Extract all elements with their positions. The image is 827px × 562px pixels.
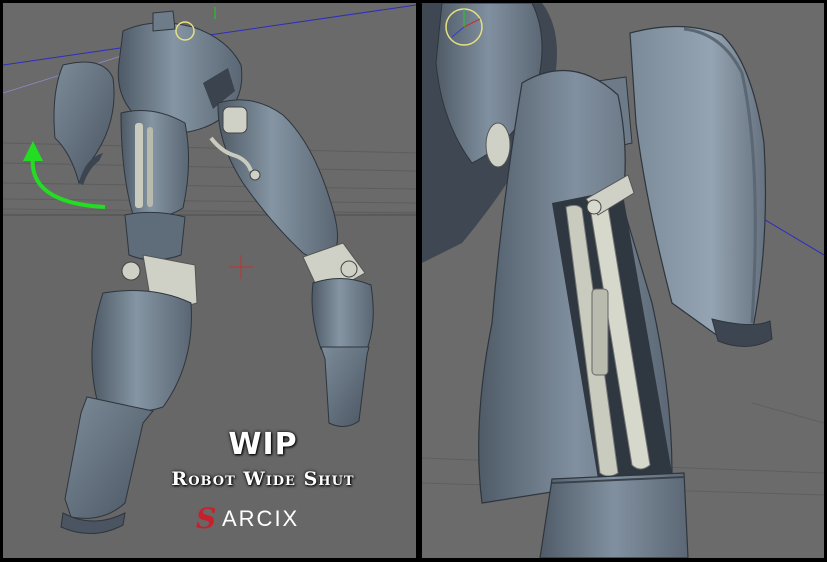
left-viewport[interactable]: WIP Robot Wide Shut S ARCIX — [3, 3, 416, 558]
logo-mark-icon: S — [196, 502, 217, 535]
robot-right-shin — [311, 278, 374, 355]
caption-subtitle: Robot Wide Shut — [171, 468, 355, 490]
sarcix-logo: S ARCIX — [196, 503, 336, 533]
right-viewport[interactable] — [422, 3, 824, 558]
robot-right-knee-joint — [340, 260, 358, 278]
robot-left-thigh — [120, 110, 190, 218]
robot-right-cable-bolt — [249, 169, 261, 181]
robot-left-piston — [135, 123, 143, 208]
robot-right-hip-joint — [222, 106, 248, 134]
robot-neck — [152, 10, 176, 32]
robot-knee-band — [539, 472, 689, 558]
caption-title: WIP — [228, 427, 298, 462]
robot-piston-sleeve — [591, 288, 609, 376]
right-scene — [422, 3, 824, 558]
robot-hip-joint — [485, 122, 511, 168]
logo-text: ARCIX — [222, 506, 300, 531]
robot-left-piston-2 — [147, 127, 153, 207]
robot-pivot-bolt — [586, 199, 602, 215]
robot-left-knee-joint — [121, 261, 141, 281]
robot-left-knee — [124, 211, 186, 261]
